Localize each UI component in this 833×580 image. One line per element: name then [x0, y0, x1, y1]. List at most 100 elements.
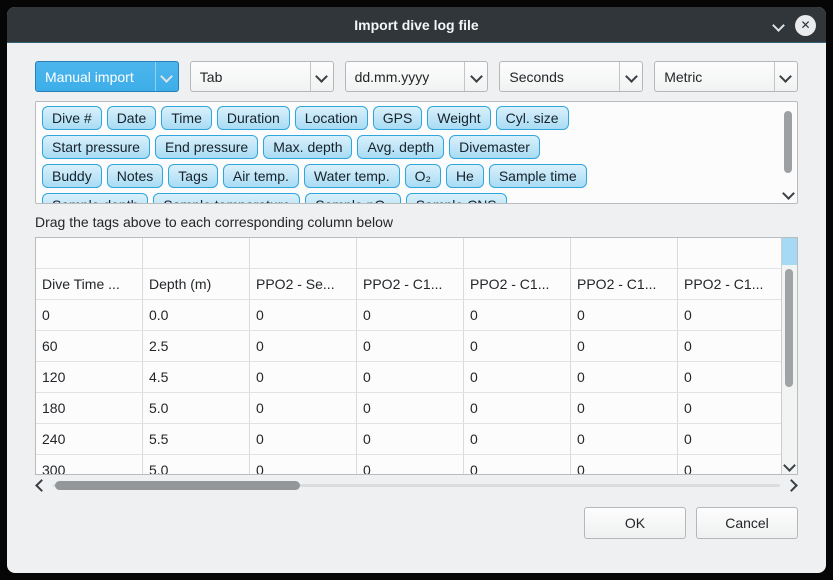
column-header[interactable]: PPO2 - C1... — [571, 269, 678, 300]
table-cell: 0 — [678, 331, 783, 362]
table-cell: 0 — [464, 424, 571, 455]
table-row: 1805.0000000 — [36, 393, 782, 424]
tag-location[interactable]: Location — [295, 106, 368, 130]
tag-sample-temperature[interactable]: Sample temperature — [153, 193, 300, 203]
tag-row: Start pressureEnd pressureMax. depthAvg.… — [40, 135, 775, 159]
scroll-down-icon[interactable] — [783, 459, 796, 472]
tag-weight[interactable]: Weight — [427, 106, 490, 130]
column-header[interactable]: PPO2 - Se... — [250, 269, 357, 300]
tag-start-pressure[interactable]: Start pressure — [42, 135, 150, 159]
tag-list-panel: Dive #DateTimeDurationLocationGPSWeightC… — [35, 101, 798, 204]
tag-notes[interactable]: Notes — [107, 164, 164, 188]
table-cell: 0 — [678, 455, 783, 475]
tag-time[interactable]: Time — [161, 106, 212, 130]
table-cell: 0 — [464, 300, 571, 331]
table-cell: 0 — [571, 300, 678, 331]
column-header[interactable]: Dive Time ... — [36, 269, 143, 300]
ok-button[interactable]: OK — [584, 507, 686, 539]
column-header[interactable]: Depth (m) — [143, 269, 250, 300]
scroll-down-icon[interactable] — [782, 187, 795, 200]
table-cell: 5.5 — [143, 424, 250, 455]
date-format-select[interactable]: dd.mm.yyyy — [345, 61, 489, 92]
field-separator-value: Tab — [191, 69, 310, 85]
drop-target-col-7[interactable] — [678, 238, 783, 269]
tag-sample-po[interactable]: Sample pO₂ — [305, 193, 400, 203]
tag-divemaster[interactable]: Divemaster — [449, 135, 540, 159]
table-row: 1204.5000000 — [36, 362, 782, 393]
table-cell: 0 — [464, 362, 571, 393]
table-row: 2405.5000000 — [36, 424, 782, 455]
chevron-down-icon — [156, 72, 178, 81]
table-cell: 0 — [250, 424, 357, 455]
tag-date[interactable]: Date — [107, 106, 157, 130]
tag-sample-time[interactable]: Sample time — [489, 164, 587, 188]
units-select[interactable]: Metric — [654, 61, 798, 92]
table-cell: 0 — [571, 362, 678, 393]
chevron-down-icon — [465, 72, 487, 81]
table-vertical-scrollbar[interactable] — [781, 238, 797, 474]
table-row: 00.0000000 — [36, 300, 782, 331]
duration-format-select[interactable]: Seconds — [499, 61, 643, 92]
table-horizontal-scrollbar[interactable] — [35, 478, 798, 493]
tag-o[interactable]: O₂ — [405, 164, 441, 188]
csv-preview-table: Dive Time ...Depth (m)PPO2 - Se...PPO2 -… — [35, 237, 798, 475]
tag-duration[interactable]: Duration — [217, 106, 290, 130]
table-cell: 0 — [250, 393, 357, 424]
close-icon[interactable]: ✕ — [795, 15, 816, 36]
tag-row: Dive #DateTimeDurationLocationGPSWeightC… — [40, 106, 775, 130]
tag-air-temp[interactable]: Air temp. — [223, 164, 299, 188]
column-header[interactable]: PPO2 - C1... — [678, 269, 783, 300]
tag-max-depth[interactable]: Max. depth — [263, 135, 352, 159]
table-body: 00.0000000602.50000001204.50000001805.00… — [36, 300, 782, 475]
table-cell: 0 — [464, 331, 571, 362]
import-dive-log-dialog: Import dive log file ✕ Manual import Tab… — [7, 7, 826, 573]
drop-target-col-6[interactable] — [571, 238, 678, 269]
cancel-button[interactable]: Cancel — [696, 507, 798, 539]
tag-cyl-size[interactable]: Cyl. size — [496, 106, 569, 130]
titlebar[interactable]: Import dive log file ✕ — [7, 7, 826, 43]
tag-avg-depth[interactable]: Avg. depth — [357, 135, 444, 159]
tag-sample-cns[interactable]: Sample CNS — [406, 193, 507, 203]
tag-buddy[interactable]: Buddy — [42, 164, 102, 188]
tag-list: Dive #DateTimeDurationLocationGPSWeightC… — [36, 102, 797, 203]
instruction-text: Drag the tags above to each correspondin… — [35, 214, 798, 230]
scrollbar-header-cap — [782, 238, 797, 265]
scrollbar-thumb[interactable] — [55, 481, 300, 490]
drop-target-col-3[interactable] — [250, 238, 357, 269]
options-row: Manual import Tab dd.mm.yyyy Seconds Met — [35, 61, 798, 92]
field-separator-select[interactable]: Tab — [190, 61, 334, 92]
drop-target-col-1[interactable] — [36, 238, 143, 269]
table-header-row: Dive Time ...Depth (m)PPO2 - Se...PPO2 -… — [36, 269, 782, 300]
table-cell: 0 — [250, 331, 357, 362]
column-header[interactable]: PPO2 - C1... — [357, 269, 464, 300]
column-header[interactable]: PPO2 - C1... — [464, 269, 571, 300]
tag-gps[interactable]: GPS — [373, 106, 423, 130]
table-cell: 0 — [250, 362, 357, 393]
table-cell: 300 — [36, 455, 143, 475]
table-cell: 0 — [678, 300, 783, 331]
table-cell: 0 — [357, 331, 464, 362]
import-type-select[interactable]: Manual import — [35, 61, 179, 92]
table-cell: 0 — [571, 424, 678, 455]
tag-water-temp[interactable]: Water temp. — [304, 164, 400, 188]
drop-target-col-5[interactable] — [464, 238, 571, 269]
chevron-down-icon — [775, 72, 797, 81]
table-cell: 240 — [36, 424, 143, 455]
table-cell: 0 — [357, 424, 464, 455]
shade-window-icon[interactable] — [772, 19, 785, 32]
scrollbar-thumb[interactable] — [784, 111, 792, 173]
table-cell: 5.0 — [143, 455, 250, 475]
tag-he[interactable]: He — [446, 164, 484, 188]
drop-target-col-4[interactable] — [357, 238, 464, 269]
tag-sample-depth[interactable]: Sample depth — [42, 193, 148, 203]
tag-end-pressure[interactable]: End pressure — [155, 135, 258, 159]
scrollbar-thumb[interactable] — [785, 269, 793, 387]
tag-list-vertical-scrollbar[interactable] — [781, 103, 796, 202]
table-row: 602.5000000 — [36, 331, 782, 362]
scroll-right-icon[interactable] — [785, 479, 798, 492]
scroll-left-icon[interactable] — [35, 479, 48, 492]
drop-target-col-2[interactable] — [143, 238, 250, 269]
table-cell: 0 — [357, 393, 464, 424]
tag-tags[interactable]: Tags — [168, 164, 218, 188]
tag-dive[interactable]: Dive # — [42, 106, 102, 130]
